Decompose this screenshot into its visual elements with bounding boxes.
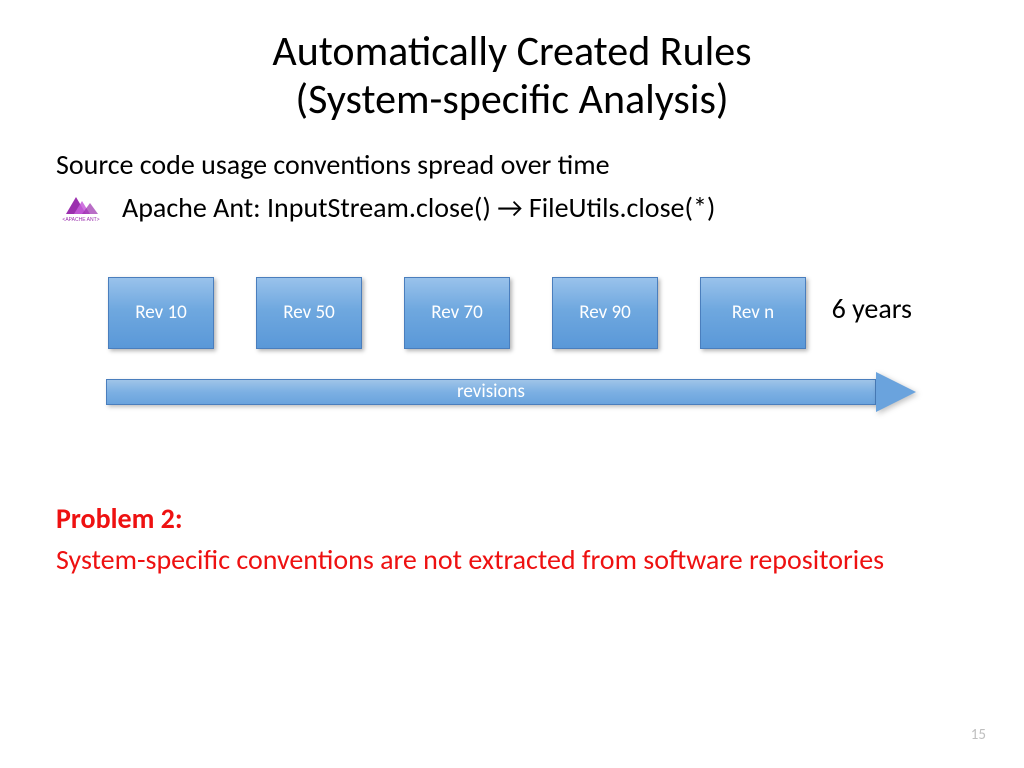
revision-box: Rev 70: [404, 277, 510, 349]
arrow-head-icon: [876, 372, 916, 412]
example-row: <APACHE ANT> Apache Ant: InputStream.clo…: [56, 190, 974, 225]
revision-box: Rev n: [700, 277, 806, 349]
problem-block: Problem 2: System-specific conventions a…: [56, 501, 974, 577]
slide-title: Automatically Created Rules (System-spec…: [50, 28, 974, 125]
years-label: 6 years: [832, 291, 912, 326]
arrow-bar-label: revisions: [106, 379, 876, 405]
title-line-1: Automatically Created Rules: [272, 26, 751, 77]
timeline-diagram: Rev 10 Rev 50 Rev 70 Rev 90 Rev n 6 year…: [50, 277, 974, 447]
apache-ant-logo-icon: <APACHE ANT>: [56, 192, 106, 222]
revision-box: Rev 10: [108, 277, 214, 349]
subtitle: Source code usage conventions spread ove…: [56, 147, 974, 182]
revision-box: Rev 90: [552, 277, 658, 349]
slide: Automatically Created Rules (System-spec…: [0, 0, 1024, 768]
problem-text: System-specific conventions are not extr…: [56, 542, 936, 577]
timeline-arrow: revisions: [106, 372, 916, 412]
revision-box: Rev 50: [256, 277, 362, 349]
title-line-2: (System-specific Analysis): [295, 74, 728, 125]
example-text: Apache Ant: InputStream.close() → FileUt…: [122, 190, 715, 225]
page-number: 15: [971, 726, 986, 744]
svg-text:<APACHE ANT>: <APACHE ANT>: [62, 217, 99, 222]
problem-heading: Problem 2:: [56, 501, 974, 536]
